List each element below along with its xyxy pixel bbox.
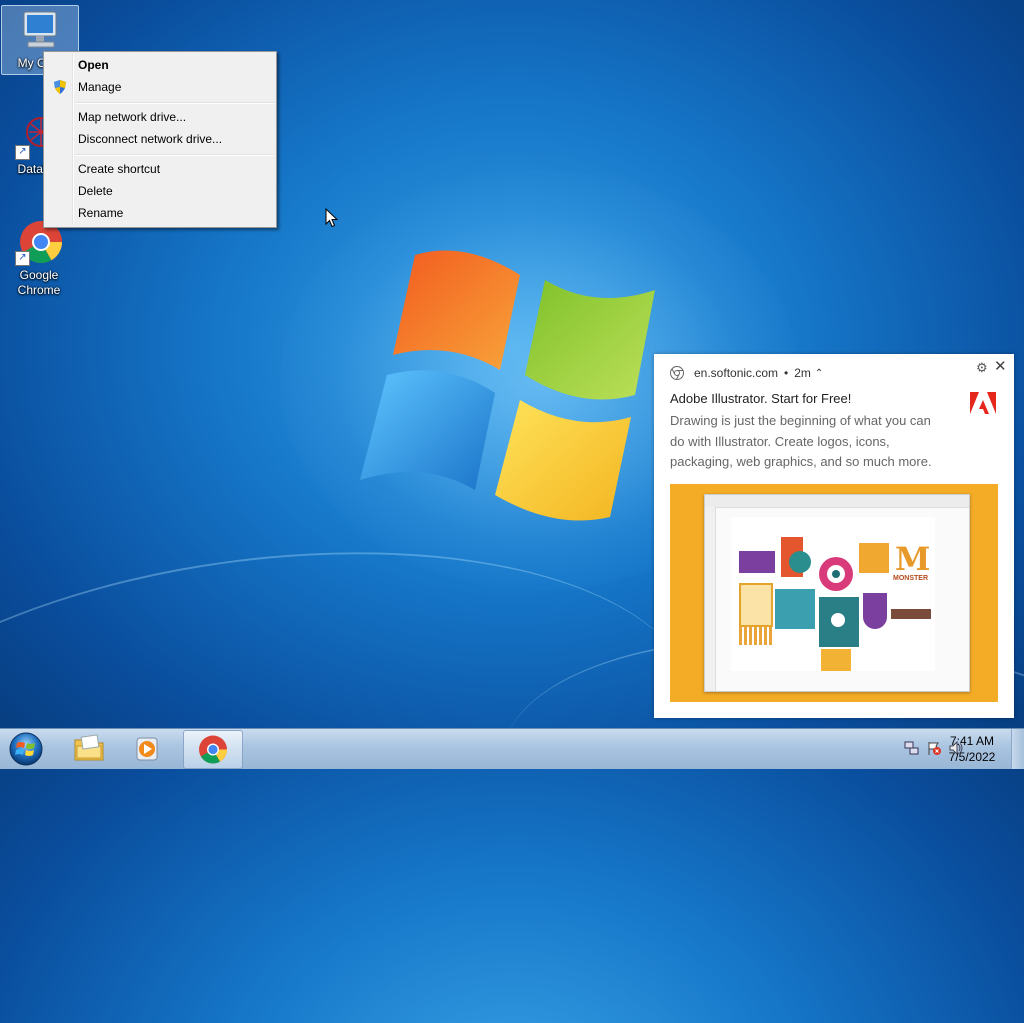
gear-icon[interactable]: ⚙ — [976, 360, 988, 375]
menu-separator — [76, 102, 274, 104]
menu-item-manage[interactable]: Manage — [46, 76, 274, 98]
start-button[interactable] — [6, 730, 46, 768]
mouse-cursor-icon — [325, 208, 339, 228]
uac-shield-icon — [54, 80, 66, 94]
taskbar-chrome-button[interactable] — [183, 730, 243, 769]
hero-text: MONSTER — [893, 575, 928, 582]
shortcut-arrow-icon: ↗ — [15, 251, 30, 266]
menu-item-create-shortcut[interactable]: Create shortcut — [46, 158, 274, 180]
desktop-icon-label: Google Chrome — [17, 268, 61, 297]
notification-header: en.softonic.com • 2m ⌃ — [670, 365, 823, 381]
bullet-separator: • — [784, 366, 789, 380]
notification-source: en.softonic.com — [694, 366, 779, 380]
computer-icon — [16, 6, 64, 54]
notification-title: Adobe Illustrator. Start for Free! — [670, 391, 852, 406]
notification-time: 2m — [794, 366, 811, 380]
action-center-flag-icon[interactable] — [926, 740, 942, 756]
chrome-icon — [199, 735, 227, 764]
illustrator-window: M MONSTER — [704, 494, 970, 692]
folder-icon — [74, 734, 104, 761]
chrome-icon — [670, 366, 684, 380]
taskbar-media-player-button[interactable] — [120, 730, 178, 767]
menu-item-rename[interactable]: Rename — [46, 202, 274, 224]
menu-item-disconnect-network-drive[interactable]: Disconnect network drive... — [46, 128, 274, 150]
windows-orb-icon — [9, 732, 43, 766]
taskbar-clock[interactable]: 7:41 AM 7/5/2022 — [942, 733, 1002, 765]
menu-item-map-network-drive[interactable]: Map network drive... — [46, 106, 274, 128]
close-icon[interactable]: ✕ — [994, 357, 1008, 375]
chrome-notification[interactable]: en.softonic.com • 2m ⌃ ⚙ ✕ Adobe Illustr… — [654, 354, 1014, 718]
menu-item-label: Manage — [78, 80, 122, 94]
network-icon[interactable] — [904, 740, 920, 756]
windows-logo-wallpaper — [360, 250, 655, 521]
taskbar: 7:41 AM 7/5/2022 — [0, 728, 1024, 769]
taskbar-explorer-button[interactable] — [60, 730, 118, 767]
shortcut-arrow-icon: ↗ — [15, 145, 30, 160]
desktop-icon-google-chrome[interactable]: ↗ Google Chrome — [1, 218, 77, 298]
menu-separator — [76, 154, 274, 156]
clock-date: 7/5/2022 — [948, 750, 996, 764]
show-desktop-button[interactable] — [1011, 729, 1024, 769]
clock-time: 7:41 AM — [949, 734, 995, 748]
menu-item-delete[interactable]: Delete — [46, 180, 274, 202]
media-player-icon — [136, 737, 158, 761]
notification-body: Drawing is just the beginning of what yo… — [670, 413, 932, 469]
chevron-up-icon[interactable]: ⌃ — [815, 368, 823, 379]
menu-item-open[interactable]: Open — [46, 54, 274, 76]
context-menu: Open Manage Map network drive... Disconn… — [43, 51, 277, 228]
notification-hero-image: M MONSTER — [670, 484, 998, 702]
adobe-logo-icon — [970, 392, 996, 414]
